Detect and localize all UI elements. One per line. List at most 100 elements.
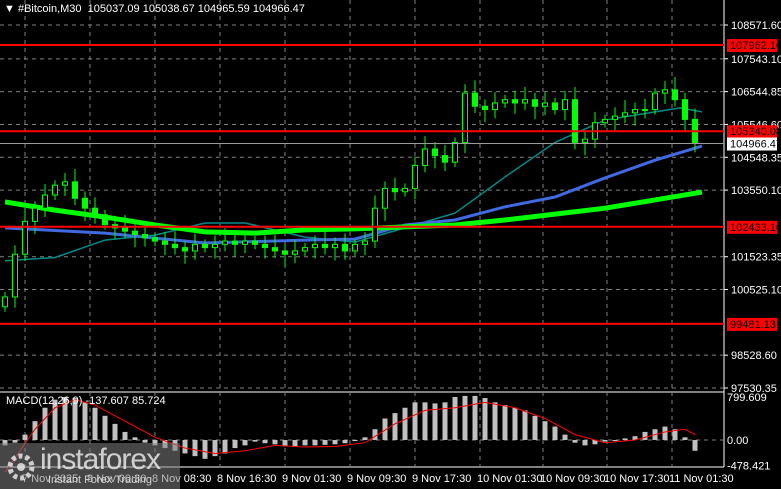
y-tick-label: 104548.35 [731, 152, 781, 164]
macd-bar [22, 434, 28, 440]
candle-body [652, 92, 658, 111]
candle-body [292, 250, 298, 255]
candle-body [212, 243, 218, 249]
macd-bar [642, 431, 648, 440]
candle [452, 137, 458, 168]
candle-body [202, 243, 208, 249]
candle [42, 184, 48, 218]
candle [542, 92, 548, 116]
macd-bar [252, 440, 258, 442]
candle-body [412, 164, 418, 189]
candle [302, 242, 308, 256]
candle-body [272, 247, 278, 252]
macd-bar [122, 431, 128, 440]
candle [552, 98, 558, 115]
candle-body [32, 207, 38, 222]
macd-bar [342, 440, 348, 444]
candle [572, 86, 578, 150]
candle [72, 169, 78, 206]
macd-bar [542, 421, 548, 440]
candle-body [482, 105, 488, 111]
macd-y-tick-label: -478.421 [727, 461, 770, 473]
candle [672, 76, 678, 107]
candle-body [122, 227, 128, 232]
collapse-triangle-icon[interactable]: ▼ [4, 3, 15, 15]
candle [292, 240, 298, 264]
candle [52, 180, 58, 200]
macd-bar [472, 395, 478, 440]
macd-bar [112, 423, 118, 440]
candle [622, 100, 628, 124]
candle-body [632, 109, 638, 114]
candle-body [392, 187, 398, 193]
candle [62, 172, 68, 197]
candle-body [192, 243, 198, 252]
x-tick-label: 8 Nov 16:30 [217, 473, 276, 485]
candle-body [422, 148, 428, 166]
candle-body [252, 240, 258, 245]
candle-body [402, 187, 408, 193]
candle-body [572, 99, 578, 143]
candle [272, 234, 278, 258]
x-tick-label: 9 Nov 09:30 [347, 473, 406, 485]
macd-label: MACD(12,26,9) -137.607 85.724 [6, 395, 166, 407]
candle-body [492, 102, 498, 111]
candle [562, 90, 568, 121]
macd-bar [572, 440, 578, 443]
symbol-label: #Bitcoin,M30 [17, 3, 82, 15]
candle-body [462, 92, 468, 143]
macd-bar [242, 440, 248, 446]
candle-body [372, 207, 378, 242]
candle-body [662, 89, 668, 94]
macd-bar [262, 440, 268, 444]
candle-body [672, 89, 678, 101]
candle [642, 98, 648, 119]
candle [322, 231, 328, 255]
candle [262, 235, 268, 259]
price-chart: 108571.60107543.10106544.85105546.601045… [0, 0, 781, 485]
candle [492, 92, 498, 119]
candle-body [282, 250, 288, 255]
level-label: 102433.16 [730, 222, 781, 234]
candle [592, 111, 598, 149]
candle-body [132, 230, 138, 235]
candle-body [432, 148, 438, 157]
macd-bar [202, 440, 208, 459]
candle-body [152, 237, 158, 242]
candle [402, 183, 408, 197]
macd-y-tick-label: 0.00 [727, 435, 748, 447]
candle [442, 144, 448, 172]
macd-bar [662, 426, 668, 440]
candle [682, 92, 688, 133]
candle [532, 92, 538, 120]
candle [172, 231, 178, 255]
candle-body [382, 187, 388, 209]
watermark-name: instaforex [40, 443, 161, 476]
low-value: 104965.59 [197, 3, 250, 15]
current-price-label: 104966.47 [730, 139, 781, 151]
candle-body [232, 240, 238, 245]
macd-y-tick-label: 799.609 [727, 392, 767, 404]
candle-body [72, 181, 78, 199]
macd-bar [602, 440, 608, 442]
candle [462, 84, 468, 154]
candle-body [452, 141, 458, 163]
high-value: 105038.67 [142, 3, 195, 15]
candle-body [52, 184, 58, 196]
candle [602, 114, 608, 128]
macd-bar [312, 440, 318, 446]
close-value: 104966.47 [252, 3, 305, 15]
candle [662, 80, 668, 104]
level-label: 99481.13 [730, 319, 776, 331]
macd-bar [232, 440, 238, 449]
x-tick-label: 10 Nov 17:30 [604, 473, 669, 485]
candle-body [172, 243, 178, 249]
x-tick-label: 11 Nov 01:30 [669, 473, 734, 485]
candle [22, 208, 28, 262]
macd-bar [622, 438, 628, 440]
macd-bar [412, 402, 418, 440]
candle [12, 245, 18, 308]
candle-body [62, 181, 68, 186]
macd-bar [682, 437, 688, 440]
macd-bar [32, 421, 38, 440]
